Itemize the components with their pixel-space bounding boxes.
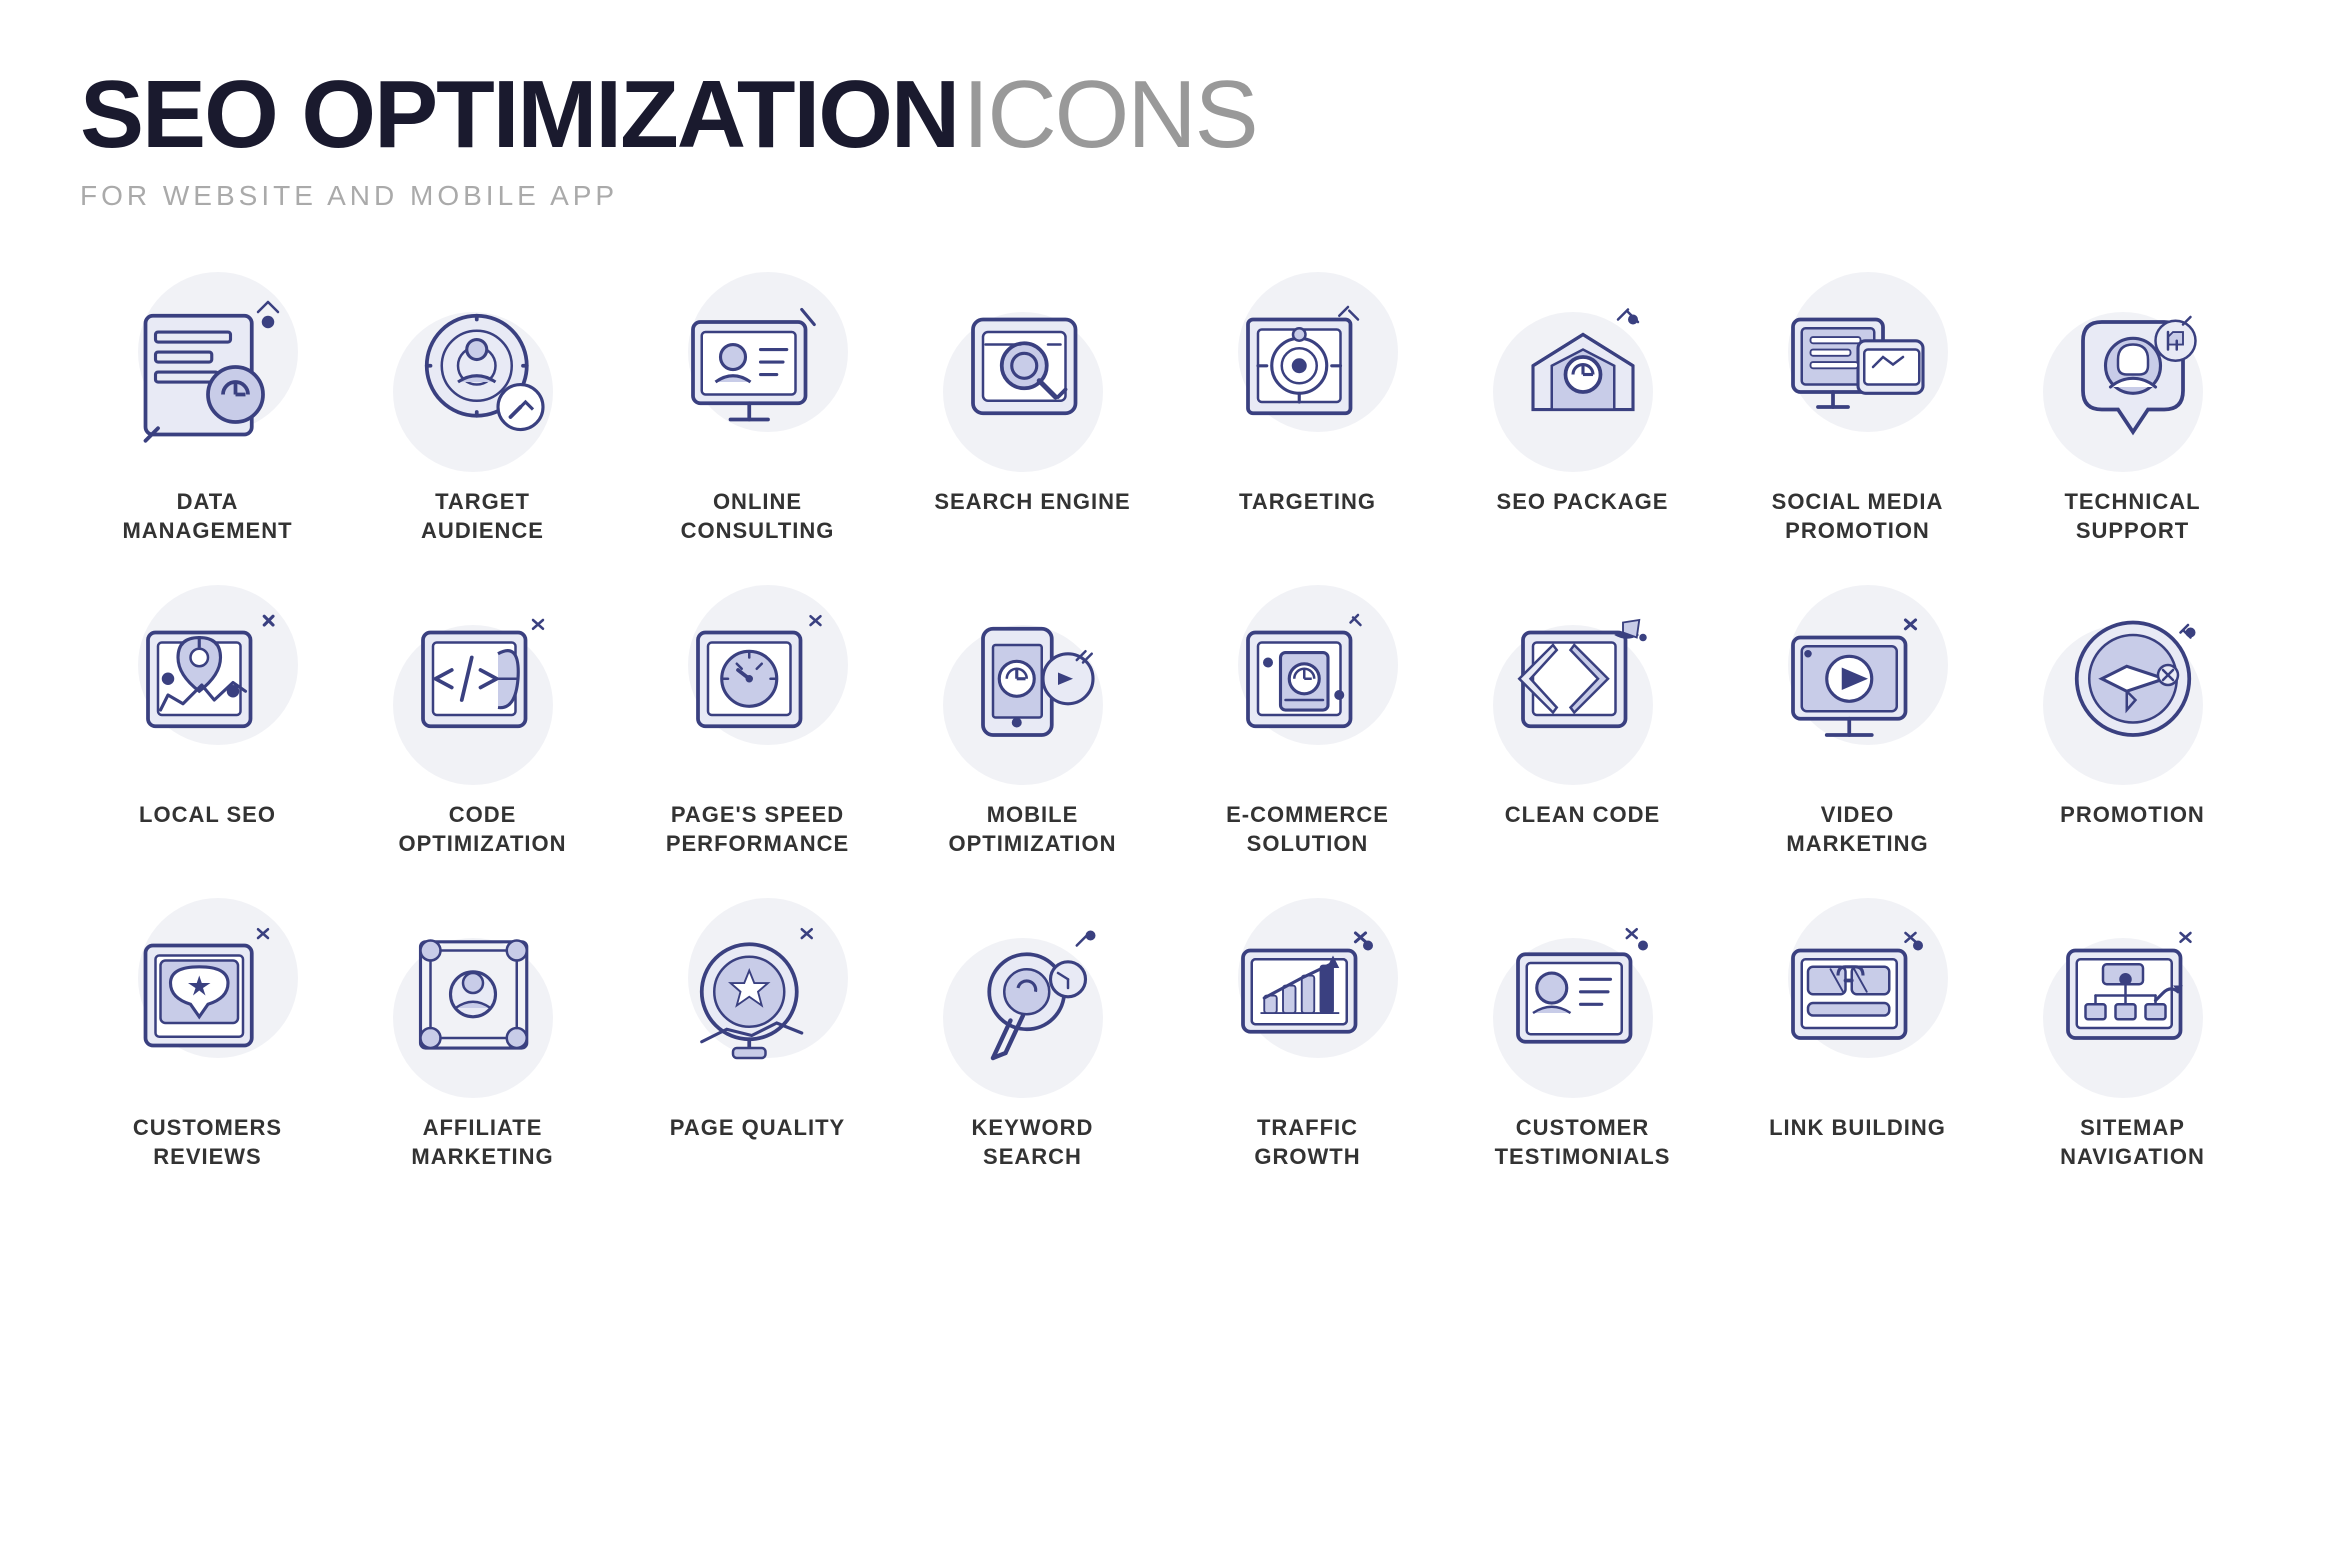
icon-search-engine: SEARCH ENGINE (905, 272, 1160, 545)
icon-label-page-quality: PAGE QUALITY (670, 1114, 845, 1143)
icons-grid: DATA MANAGEMENT TARGET AUDIENCE (80, 272, 2260, 1172)
icon-label-link-building: LINK BUILDING (1769, 1114, 1946, 1143)
icon-label-customer-testimonials: CUSTOMER TESTIMONIALS (1483, 1114, 1683, 1171)
icon-label-code-optimization: CODE OPTIMIZATION (383, 801, 583, 858)
icon-label-local-seo: LOCAL SEO (139, 801, 276, 830)
icon-label-e-commerce: E-COMMERCE SOLUTION (1208, 801, 1408, 858)
icon-clean-code: CLEAN CODE (1455, 585, 1710, 858)
icon-pages-speed-performance: PAGE'S SPEED PERFORMANCE (630, 585, 885, 858)
icon-label-clean-code: CLEAN CODE (1505, 801, 1660, 830)
icon-label-keyword-search: KEYWORD SEARCH (933, 1114, 1133, 1171)
title-light: ICONS (963, 61, 1257, 168)
icon-label-pages-speed: PAGE'S SPEED PERFORMANCE (658, 801, 858, 858)
icon-customers-reviews: CUSTOMERS REVIEWS (80, 898, 335, 1171)
icon-customer-testimonials: CUSTOMER TESTIMONIALS (1455, 898, 1710, 1171)
icon-label-search-engine: SEARCH ENGINE (934, 488, 1130, 517)
icon-online-consulting: ONLINE CONSULTING (630, 272, 885, 545)
icon-mobile-optimization: MOBILE OPTIMIZATION (905, 585, 1160, 858)
icon-technical-support: TECHNICAL SUPPORT (2005, 272, 2260, 545)
icon-label-mobile-optimization: MOBILE OPTIMIZATION (933, 801, 1133, 858)
icon-label-traffic-growth: TRAFFIC GROWTH (1208, 1114, 1408, 1171)
icon-page-quality: PAGE QUALITY (630, 898, 885, 1171)
icon-label-online-consulting: ONLINE CONSULTING (658, 488, 858, 545)
icon-sitemap-navigation: SITEMAP NAVIGATION (2005, 898, 2260, 1171)
page-title: SEO OPTIMIZATION ICONS (80, 60, 2260, 170)
icon-label-data-management: DATA MANAGEMENT (108, 488, 308, 545)
icon-seo-package: SEO PACKAGE (1455, 272, 1710, 545)
icon-promotion: PROMOTION (2005, 585, 2260, 858)
icon-label-promotion: PROMOTION (2060, 801, 2205, 830)
icon-social-media-promotion: SOCIAL MEDIA PROMOTION (1730, 272, 1985, 545)
icon-keyword-search: KEYWORD SEARCH (905, 898, 1160, 1171)
icon-label-targeting: TARGETING (1239, 488, 1376, 517)
icon-label-technical-support: TECHNICAL SUPPORT (2033, 488, 2233, 545)
icon-label-target-audience: TARGET AUDIENCE (383, 488, 583, 545)
icon-affiliate-marketing: AFFILIATE MARKETING (355, 898, 610, 1171)
title-bold: SEO OPTIMIZATION (80, 61, 958, 168)
icon-label-sitemap-navigation: SITEMAP NAVIGATION (2033, 1114, 2233, 1171)
icon-label-social-media-promotion: SOCIAL MEDIA PROMOTION (1758, 488, 1958, 545)
icon-link-building: LINK BUILDING (1730, 898, 1985, 1171)
icon-label-video-marketing: VIDEO MARKETING (1758, 801, 1958, 858)
icon-label-seo-package: SEO PACKAGE (1497, 488, 1669, 517)
icon-targeting: TARGETING (1180, 272, 1435, 545)
icon-local-seo: LOCAL SEO (80, 585, 335, 858)
icon-traffic-growth: TRAFFIC GROWTH (1180, 898, 1435, 1171)
icon-data-management: DATA MANAGEMENT (80, 272, 335, 545)
icon-e-commerce-solution: E-COMMERCE SOLUTION (1180, 585, 1435, 858)
icon-label-affiliate-marketing: AFFILIATE MARKETING (383, 1114, 583, 1171)
icon-video-marketing: VIDEO MARKETING (1730, 585, 1985, 858)
subtitle: FOR WEBSITE AND MOBILE APP (80, 180, 2260, 212)
icon-target-audience: TARGET AUDIENCE (355, 272, 610, 545)
icon-label-customers-reviews: CUSTOMERS REVIEWS (108, 1114, 308, 1171)
icon-code-optimization: CODE OPTIMIZATION (355, 585, 610, 858)
